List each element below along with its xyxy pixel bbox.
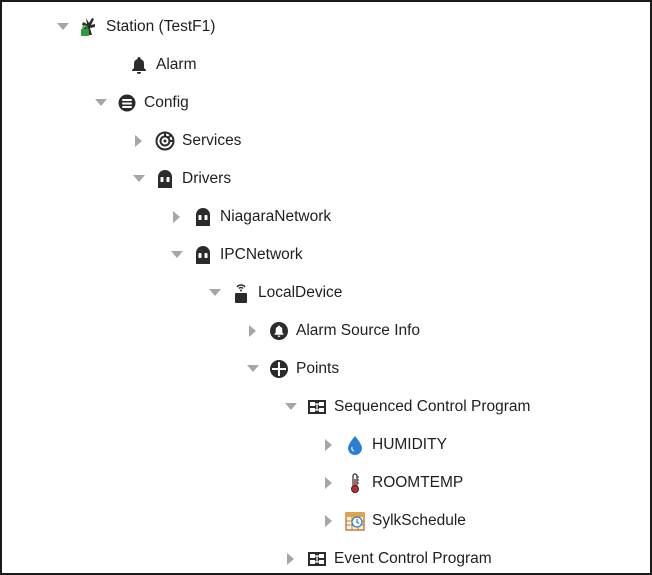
tree-node-label: Config xyxy=(144,94,189,111)
tree-node-event-control-program[interactable]: Event Control Program xyxy=(282,546,492,572)
tree-node-points[interactable]: Points xyxy=(244,356,339,382)
tree-node-sequenced-control-program[interactable]: Sequenced Control Program xyxy=(282,394,530,420)
tree-node-label: Services xyxy=(182,132,242,149)
alarm-source-icon xyxy=(268,320,290,342)
tree-node-humidity[interactable]: HUMIDITY xyxy=(320,432,447,458)
tree-node-label: NiagaraNetwork xyxy=(220,208,332,225)
expander-placeholder xyxy=(104,52,122,78)
tree-node-alarm[interactable]: Alarm xyxy=(104,52,196,78)
chevron-down-icon[interactable] xyxy=(244,356,262,382)
chevron-right-icon[interactable] xyxy=(282,546,300,572)
chevron-right-icon[interactable] xyxy=(320,470,338,496)
tree-node-niagaranetwork[interactable]: NiagaraNetwork xyxy=(168,204,331,230)
tree-node-label: SylkSchedule xyxy=(372,512,466,529)
thermometer-icon xyxy=(344,472,366,494)
chevron-right-icon[interactable] xyxy=(320,508,338,534)
tree-node-label: Alarm Source Info xyxy=(296,322,421,339)
tree-node-label: Sequenced Control Program xyxy=(334,398,531,415)
nav-tree-panel: Station (TestF1) Alarm Config Services D… xyxy=(0,0,652,575)
program-icon xyxy=(306,396,328,418)
tree-node-station[interactable]: Station (TestF1) xyxy=(54,14,215,40)
chevron-down-icon[interactable] xyxy=(168,242,186,268)
network-icon xyxy=(192,206,214,228)
database-icon xyxy=(116,92,138,114)
device-icon xyxy=(230,282,252,304)
tree-node-localdevice[interactable]: LocalDevice xyxy=(206,280,342,306)
tree-node-drivers[interactable]: Drivers xyxy=(130,166,231,192)
chevron-right-icon[interactable] xyxy=(244,318,262,344)
tree-node-label: ROOMTEMP xyxy=(372,474,464,491)
tree-node-label: Event Control Program xyxy=(334,550,492,567)
chevron-down-icon[interactable] xyxy=(54,14,72,40)
station-icon xyxy=(78,16,100,38)
tree-node-sylkschedule[interactable]: SylkSchedule xyxy=(320,508,466,534)
chevron-down-icon[interactable] xyxy=(282,394,300,420)
tree-node-label: Points xyxy=(296,360,340,377)
bell-icon xyxy=(128,54,150,76)
chevron-down-icon[interactable] xyxy=(206,280,224,306)
tree-node-label: HUMIDITY xyxy=(372,436,447,453)
tree-node-label: IPCNetwork xyxy=(220,246,303,263)
network-icon xyxy=(192,244,214,266)
points-icon xyxy=(268,358,290,380)
services-icon xyxy=(154,130,176,152)
tree-node-label: Station (TestF1) xyxy=(106,18,216,35)
tree-node-roomtemp[interactable]: ROOMTEMP xyxy=(320,470,463,496)
tree-node-ipcnetwork[interactable]: IPCNetwork xyxy=(168,242,303,268)
tree-node-label: Alarm xyxy=(156,56,197,73)
chevron-right-icon[interactable] xyxy=(168,204,186,230)
tree-node-config[interactable]: Config xyxy=(92,90,189,116)
program-icon xyxy=(306,548,328,570)
chevron-right-icon[interactable] xyxy=(130,128,148,154)
chevron-right-icon[interactable] xyxy=(320,432,338,458)
driver-icon xyxy=(154,168,176,190)
tree-node-label: Drivers xyxy=(182,170,232,187)
chevron-down-icon[interactable] xyxy=(130,166,148,192)
tree-node-label: LocalDevice xyxy=(258,284,343,301)
humidity-drop-icon xyxy=(344,434,366,456)
tree-node-services[interactable]: Services xyxy=(130,128,241,154)
tree-node-alarm-source-info[interactable]: Alarm Source Info xyxy=(244,318,420,344)
schedule-icon xyxy=(344,510,366,532)
chevron-down-icon[interactable] xyxy=(92,90,110,116)
